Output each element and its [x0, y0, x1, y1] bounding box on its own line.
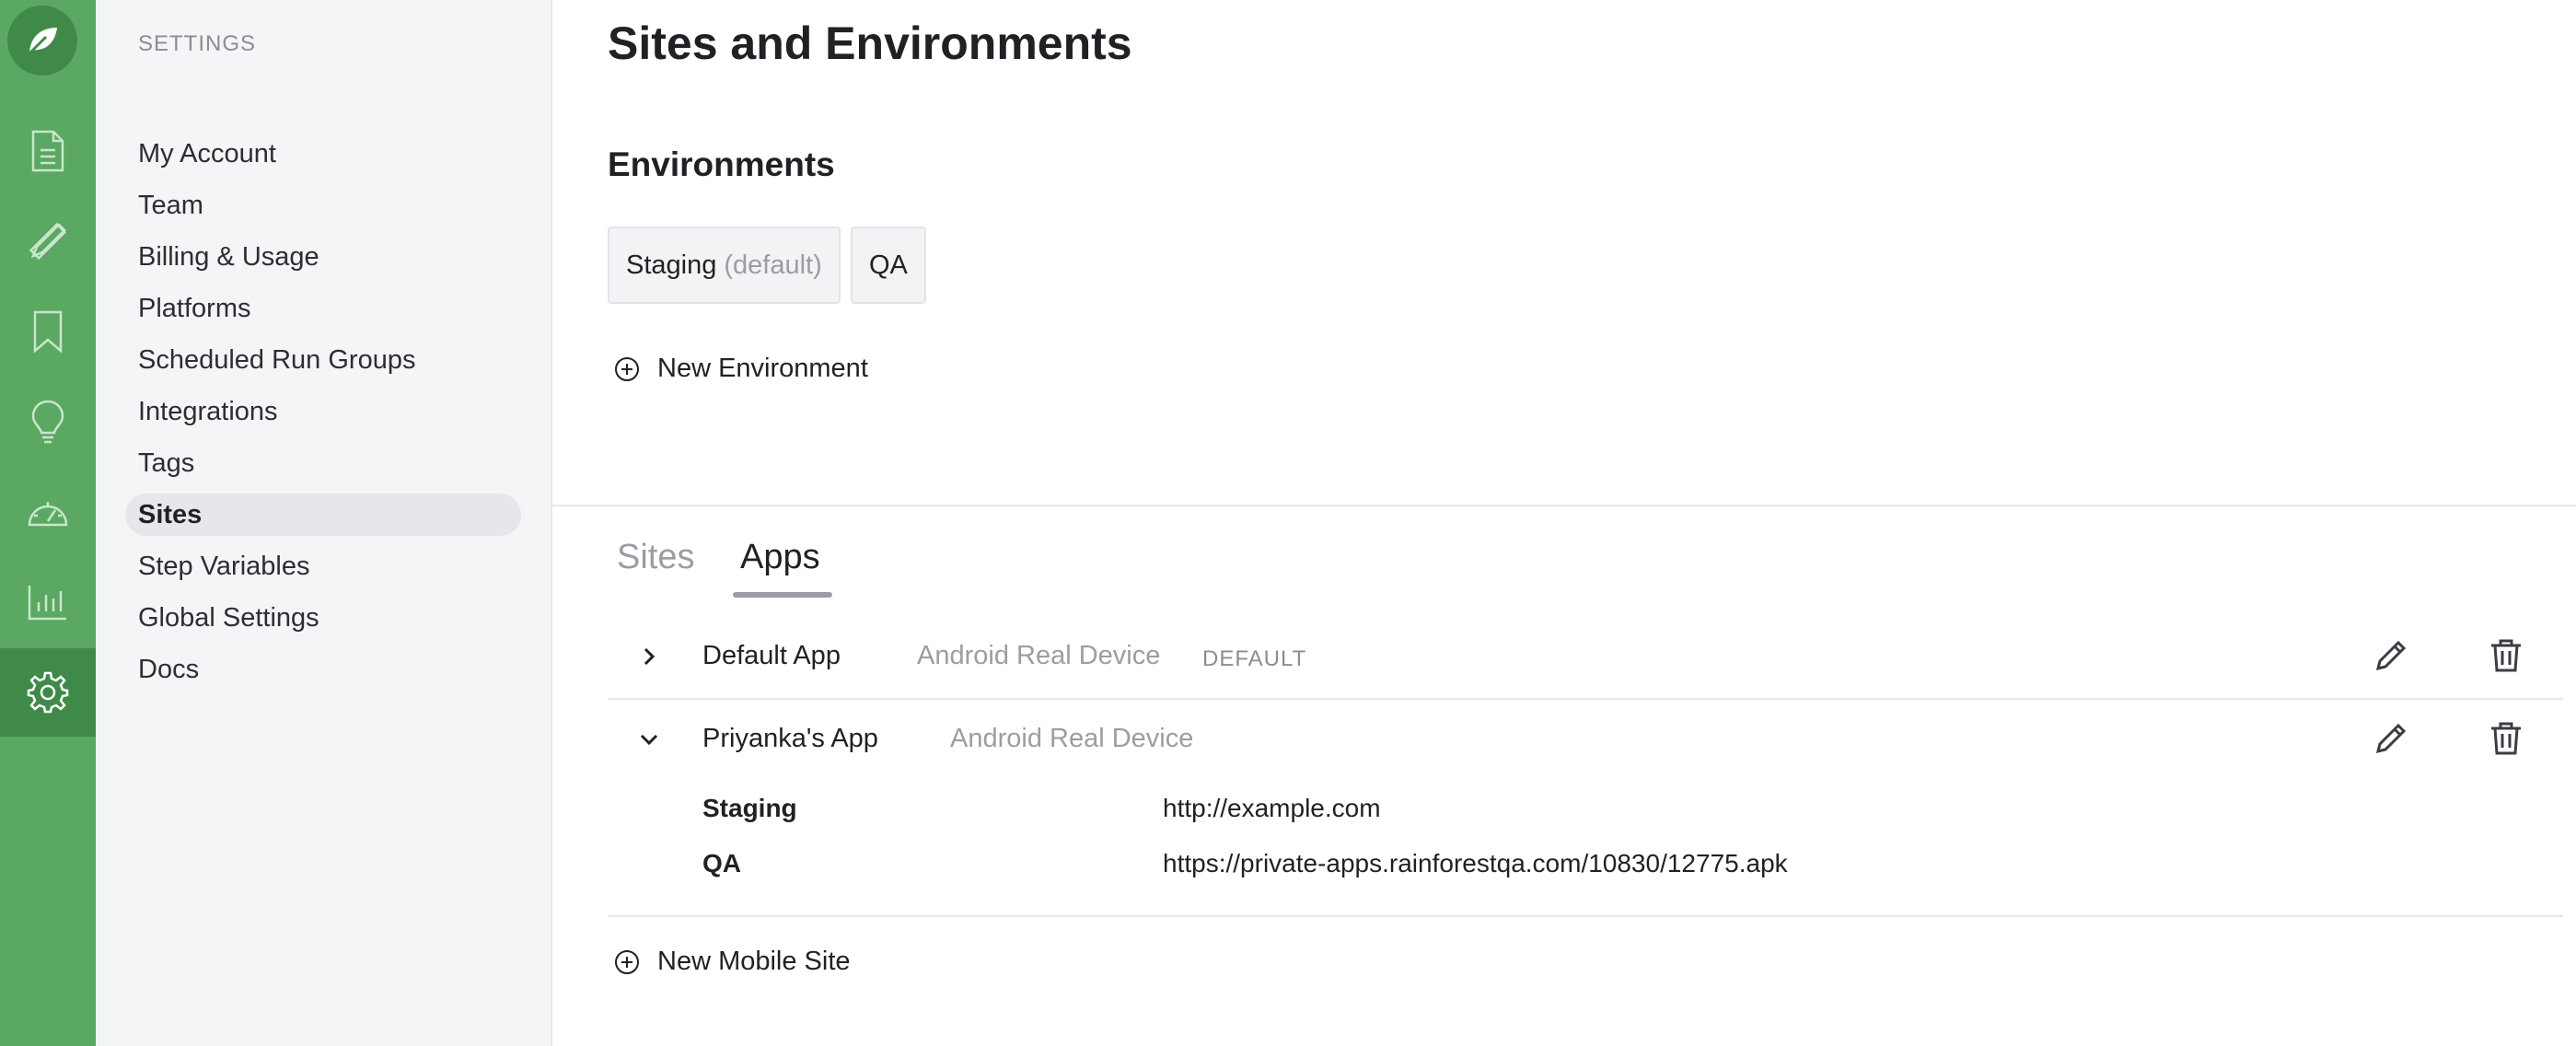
main-content: Sites and Environments Environments Stag…: [552, 0, 2576, 1046]
sidebar-item-global-settings[interactable]: Global Settings: [125, 597, 521, 639]
app-row-default-app: Default App Android Real Device DEFAULT: [608, 633, 2563, 681]
gauge-icon[interactable]: [0, 468, 96, 556]
leaf-logo-icon[interactable]: [7, 6, 77, 76]
lightbulb-icon[interactable]: [0, 378, 96, 466]
active-tab-indicator: [733, 592, 832, 598]
edit-pencil-icon[interactable]: [2373, 720, 2409, 757]
environment-chip-label: QA: [869, 250, 908, 280]
environment-chip-staging[interactable]: Staging (default): [608, 227, 841, 304]
pencil-ruler-icon[interactable]: [0, 197, 96, 285]
document-icon[interactable]: [0, 107, 96, 195]
plus-circle-icon: [615, 949, 639, 974]
new-environment-label: New Environment: [657, 354, 868, 383]
sidebar-item-docs[interactable]: Docs: [125, 648, 521, 691]
page-title: Sites and Environments: [608, 17, 1132, 69]
sidebar-item-billing-usage[interactable]: Billing & Usage: [125, 236, 521, 278]
sidebar-item-scheduled-run-groups[interactable]: Scheduled Run Groups: [125, 339, 521, 381]
tab-apps[interactable]: Apps: [740, 538, 820, 577]
tab-sites[interactable]: Sites: [617, 538, 694, 577]
app-env-url-staging: http://example.com: [1163, 794, 1381, 822]
app-env-url-qa: https://private-apps.rainforestqa.com/10…: [1163, 849, 1788, 877]
row-separator: [608, 698, 2563, 700]
bookmark-icon[interactable]: [0, 287, 96, 376]
bar-chart-icon[interactable]: [0, 558, 96, 646]
default-badge: DEFAULT: [1202, 646, 1307, 671]
app-platform: Android Real Device: [917, 641, 1161, 670]
app-name: Priyanka's App: [702, 724, 878, 753]
app-platform: Android Real Device: [950, 724, 1194, 753]
sidebar-item-step-variables[interactable]: Step Variables: [125, 545, 521, 587]
delete-trash-icon[interactable]: [2488, 637, 2524, 674]
new-mobile-site-label: New Mobile Site: [657, 947, 851, 976]
chevron-right-icon[interactable]: [639, 646, 659, 667]
environments-heading: Environments: [608, 145, 835, 183]
settings-heading: SETTINGS: [138, 31, 257, 56]
new-environment-button[interactable]: New Environment: [615, 354, 868, 384]
app-env-label-qa: QA: [702, 849, 741, 877]
sidebar-item-tags[interactable]: Tags: [125, 442, 521, 484]
app-rail: [0, 0, 96, 1046]
sidebar-item-team[interactable]: Team: [125, 184, 521, 227]
sidebar-item-platforms[interactable]: Platforms: [125, 287, 521, 330]
section-divider: [552, 505, 2576, 506]
delete-trash-icon[interactable]: [2488, 720, 2524, 757]
gear-icon[interactable]: [0, 648, 96, 737]
settings-sidebar: SETTINGS My Account Team Billing & Usage…: [96, 0, 552, 1046]
app-env-label-staging: Staging: [702, 794, 797, 822]
chevron-down-icon[interactable]: [639, 729, 659, 750]
app-row-priyankas-app: Priyanka's App Android Real Device: [608, 716, 2563, 764]
plus-circle-icon: [615, 356, 639, 381]
row-separator: [608, 915, 2563, 917]
edit-pencil-icon[interactable]: [2373, 637, 2409, 674]
environment-chip-qa[interactable]: QA: [851, 227, 926, 304]
new-mobile-site-button[interactable]: New Mobile Site: [615, 947, 851, 977]
sidebar-item-sites[interactable]: Sites: [125, 494, 521, 536]
environment-chip-label: Staging: [626, 250, 717, 280]
sidebar-item-my-account[interactable]: My Account: [125, 133, 521, 175]
app-name: Default App: [702, 641, 841, 670]
environment-default-tag: (default): [724, 250, 822, 280]
sidebar-item-integrations[interactable]: Integrations: [125, 390, 521, 433]
